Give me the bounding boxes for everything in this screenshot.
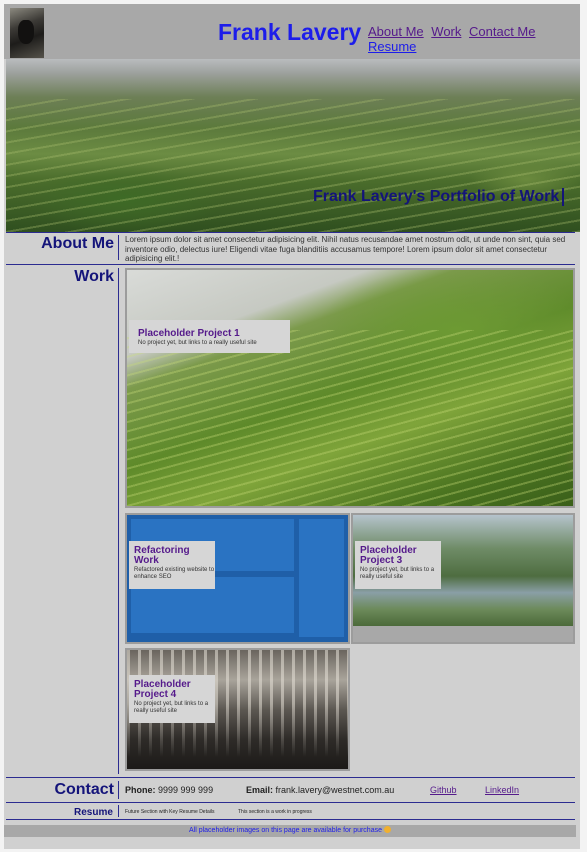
divider (6, 264, 575, 265)
divider (118, 781, 119, 799)
divider (118, 235, 119, 260)
project-2-label: Refactoring Work Refactored existing web… (129, 541, 215, 589)
email-label: Email: (246, 785, 274, 795)
nav-contact-link[interactable]: Contact Me (469, 24, 535, 39)
nav-about-link[interactable]: About Me (368, 24, 424, 39)
project-3-desc: No project yet, but links to a really us… (360, 567, 435, 580)
site-title: Frank Lavery (218, 19, 362, 45)
divider (6, 819, 575, 820)
github-link[interactable]: Github (430, 785, 457, 795)
project-1-title: Placeholder Project 1 (138, 328, 240, 339)
project-4-title: Placeholder Project 4 (134, 679, 191, 700)
project-1-desc: No project yet, but links to a really us… (138, 340, 257, 346)
resume-note: Future Section with Key Resume Details (125, 809, 215, 815)
phone-label: Phone: (125, 785, 156, 795)
project-card-3[interactable]: Placeholder Project 3 No project yet, bu… (351, 513, 575, 644)
hero-image (6, 59, 580, 232)
about-text: Lorem ipsum dolor sit amet consectetur a… (125, 235, 566, 263)
hero-caption: Frank Lavery's Portfolio of Work (313, 188, 560, 205)
profile-photo (10, 8, 44, 58)
divider (6, 232, 575, 233)
divider (118, 268, 119, 774)
nav-work-link[interactable]: Work (431, 24, 461, 39)
divider (6, 777, 575, 778)
about-heading: About Me (41, 235, 114, 252)
smile-emoji-icon (384, 826, 391, 833)
project-3-label: Placeholder Project 3 No project yet, bu… (355, 541, 441, 589)
email-value: frank.lavery@westnet.com.au (275, 785, 395, 795)
project-3-title: Placeholder Project 3 (360, 545, 417, 566)
nav-bar: About Me Work Contact Me Resume (368, 24, 580, 54)
project-card-4[interactable]: Placeholder Project 4 No project yet, bu… (125, 648, 350, 771)
linkedin-link[interactable]: LinkedIn (485, 785, 519, 795)
work-heading: Work (74, 268, 114, 285)
nav-resume-link[interactable]: Resume (368, 39, 416, 54)
project-card-2[interactable]: Refactoring Work Refactored existing web… (125, 513, 350, 644)
project-2-title: Refactoring Work (134, 545, 190, 566)
contact-heading: Contact (54, 781, 114, 798)
project-card-1[interactable]: Placeholder Project 1 No project yet, bu… (125, 268, 575, 508)
footer: All placeholder images on this page are … (4, 825, 576, 837)
divider (118, 805, 119, 817)
project-4-label: Placeholder Project 4 No project yet, bu… (129, 675, 215, 723)
resume-wip-note: This section is a work in progress (238, 809, 312, 815)
typing-cursor (562, 188, 564, 206)
divider (6, 802, 575, 803)
phone-value: 9999 999 999 (158, 785, 214, 795)
resume-heading: Resume (74, 807, 113, 818)
project-2-desc: Refactored existing website to enhance S… (134, 567, 215, 580)
header: Frank Lavery About Me Work Contact Me Re… (4, 4, 580, 59)
project-4-desc: No project yet, but links to a really us… (134, 701, 209, 714)
project-1-image (127, 270, 573, 506)
email-row: Email: frank.lavery@westnet.com.au (246, 785, 394, 795)
footer-text: All placeholder images on this page are … (188, 827, 382, 834)
project-1-label: Placeholder Project 1 No project yet, bu… (129, 320, 290, 353)
phone-row: Phone: 9999 999 999 (125, 785, 213, 795)
